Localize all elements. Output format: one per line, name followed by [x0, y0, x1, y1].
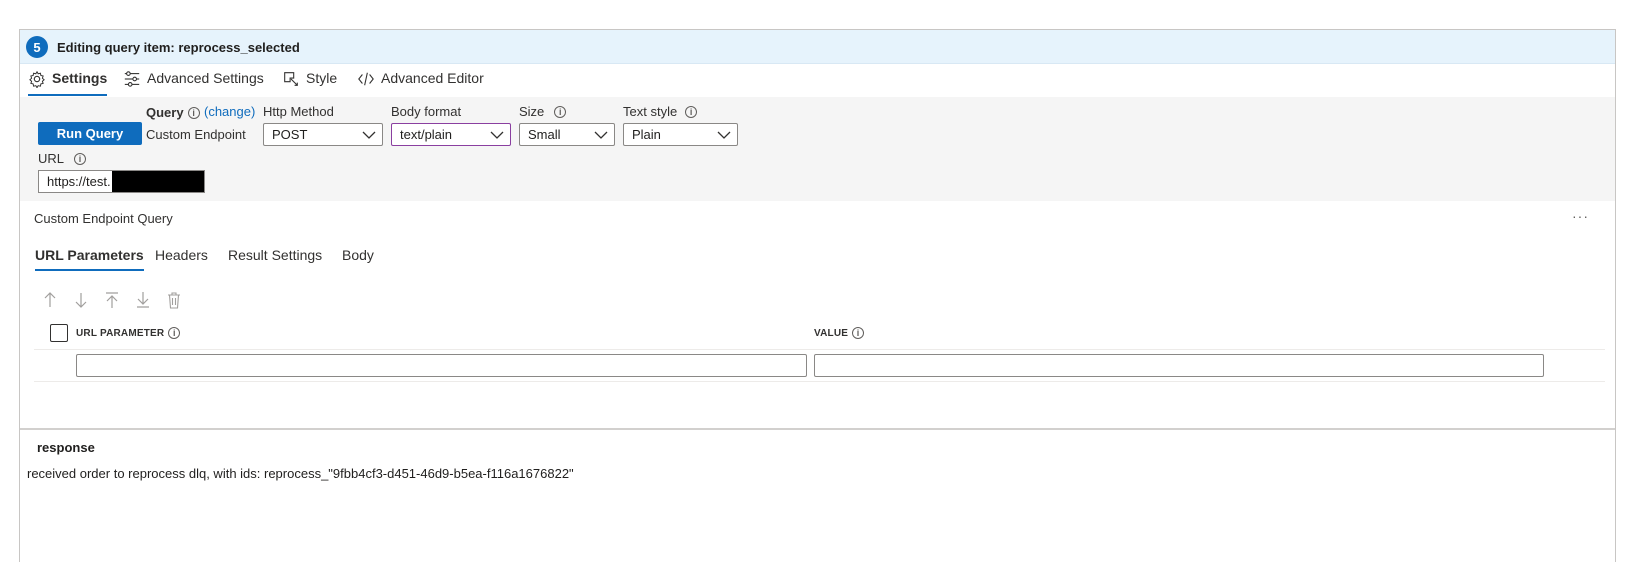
arrow-up-icon: [44, 292, 56, 307]
code-icon: [358, 72, 374, 86]
size-label: Size: [519, 104, 545, 119]
custom-endpoint-query-title: Custom Endpoint Query: [34, 211, 173, 226]
select-all-checkbox[interactable]: [50, 324, 68, 342]
move-to-top-icon: [106, 292, 118, 308]
move-to-bottom-icon: [137, 292, 149, 308]
text-style-label: Text style: [623, 104, 678, 119]
delete-icon: [168, 292, 180, 309]
response-divider: [20, 428, 1615, 430]
move-up-button[interactable]: [42, 291, 58, 309]
size-dropdown[interactable]: Small: [519, 123, 615, 146]
tab-advanced-editor[interactable]: Advanced Editor: [357, 70, 484, 96]
query-label: Query: [146, 105, 184, 120]
move-down-button[interactable]: [73, 291, 89, 309]
run-query-button[interactable]: Run Query: [38, 122, 142, 145]
body-format-value: text/plain: [400, 127, 453, 142]
query-value: Custom Endpoint: [146, 127, 246, 142]
subtab-body[interactable]: Body: [342, 247, 374, 271]
table-header-divider: [34, 349, 1605, 350]
size-info-icon[interactable]: i: [554, 105, 567, 118]
size-value: Small: [528, 127, 561, 142]
move-to-top-button[interactable]: [104, 291, 120, 309]
body-format-dropdown[interactable]: text/plain: [391, 123, 511, 146]
move-to-bottom-button[interactable]: [135, 291, 151, 309]
tab-settings-label: Settings: [52, 70, 108, 86]
tab-advanced-editor-label: Advanced Editor: [381, 70, 484, 86]
delete-row-button[interactable]: [166, 291, 182, 309]
more-options-button[interactable]: ···: [1572, 208, 1589, 224]
tab-advanced-settings[interactable]: Advanced Settings: [123, 70, 264, 96]
tab-advanced-settings-label: Advanced Settings: [147, 70, 264, 86]
url-info-icon[interactable]: i: [74, 152, 87, 165]
url-value: https://test.: [47, 174, 111, 189]
text-style-value: Plain: [632, 127, 661, 142]
body-format-label: Body format: [391, 104, 462, 119]
editor-title: Editing query item: reprocess_selected: [57, 40, 300, 55]
http-method-value: POST: [272, 127, 308, 142]
subtab-result-settings[interactable]: Result Settings: [228, 247, 322, 271]
text-style-label-group: Text style i: [623, 104, 698, 119]
tab-settings[interactable]: Settings: [28, 70, 108, 96]
style-icon: [284, 72, 298, 86]
value-header-label: VALUE: [814, 327, 849, 339]
url-input[interactable]: https://test.: [38, 170, 205, 193]
http-method-dropdown[interactable]: POST: [263, 123, 383, 146]
column-header-url-parameter: URL PARAMETER i: [76, 327, 181, 339]
chevron-down-icon: [594, 131, 608, 139]
redacted-region: [112, 171, 204, 192]
response-title: response: [37, 440, 95, 455]
change-query-link[interactable]: (change): [204, 104, 255, 119]
url-label: URL: [38, 151, 65, 166]
url-parameter-header-label: URL PARAMETER: [76, 327, 165, 339]
tab-style-label: Style: [306, 70, 338, 86]
chevron-down-icon: [362, 131, 376, 139]
editor-header: 5 Editing query item: reprocess_selected: [20, 30, 1615, 64]
text-style-info-icon[interactable]: i: [685, 105, 698, 118]
url-parameter-input[interactable]: [76, 354, 807, 377]
chevron-down-icon: [717, 131, 731, 139]
step-number-badge: 5: [26, 36, 48, 58]
value-info-icon[interactable]: i: [852, 327, 865, 339]
size-label-group: Size i: [519, 104, 567, 119]
subtab-headers[interactable]: Headers: [155, 247, 208, 271]
tab-style[interactable]: Style: [282, 70, 337, 96]
column-header-value: VALUE i: [814, 327, 865, 339]
arrow-down-icon: [75, 293, 87, 308]
chevron-down-icon: [490, 131, 504, 139]
response-text: received order to reprocess dlq, with id…: [27, 466, 574, 481]
url-label-group: URL i: [38, 151, 87, 166]
value-input[interactable]: [814, 354, 1544, 377]
editor-tab-bar: Settings Advanced Settings Style Advance…: [20, 64, 1615, 97]
gear-icon: [29, 70, 45, 88]
settings-panel: Run Query Query i (change) Custom Endpoi…: [20, 97, 1615, 201]
subtab-url-parameters[interactable]: URL Parameters: [35, 247, 144, 271]
query-label-group: Query i: [146, 105, 200, 120]
sliders-icon: [124, 71, 140, 87]
query-info-icon[interactable]: i: [187, 106, 200, 119]
text-style-dropdown[interactable]: Plain: [623, 123, 738, 146]
query-editor-frame: 5 Editing query item: reprocess_selected…: [19, 29, 1616, 562]
url-parameter-info-icon[interactable]: i: [168, 327, 181, 339]
table-row-divider: [34, 381, 1605, 382]
http-method-label: Http Method: [263, 104, 334, 119]
